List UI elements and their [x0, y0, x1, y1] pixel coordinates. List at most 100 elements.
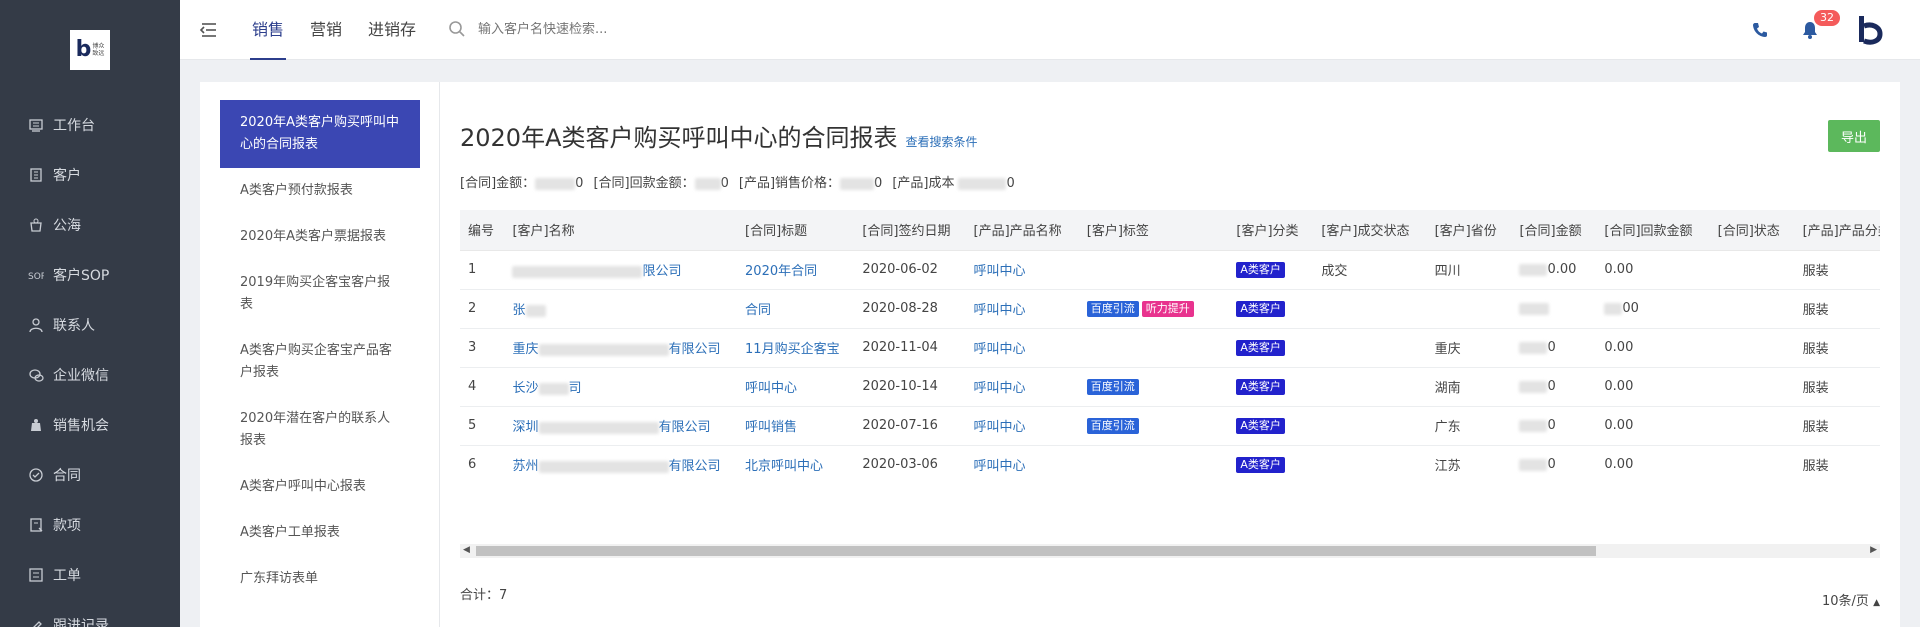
sidebar-item-sop[interactable]: SOP 客户SOP [0, 250, 180, 300]
sidebar-item-opportunity[interactable]: 销售机会 [0, 400, 180, 450]
column-header[interactable]: [客户]分类 [1228, 210, 1314, 251]
view-search-conditions-link[interactable]: 查看搜索条件 [906, 133, 978, 150]
product-name-cell[interactable]: 呼叫中心 [965, 406, 1079, 446]
product-name-cell[interactable]: 呼叫中心 [965, 367, 1079, 407]
brand-logo-icon[interactable] [1856, 14, 1884, 46]
report-list-item[interactable]: A类客户预付款报表 [220, 168, 420, 214]
tab-sales[interactable]: 销售 [250, 0, 287, 60]
report-list-item[interactable]: A类客户工单报表 [220, 510, 420, 556]
contract-title-cell[interactable]: 11月购买企客宝 [737, 328, 855, 368]
sidebar-item-followup[interactable]: 跟进记录 [0, 600, 180, 627]
sidebar-item-ticket[interactable]: 工单 [0, 550, 180, 600]
report-list-item[interactable]: 2020年A类客户票据报表 [220, 214, 420, 260]
column-header[interactable]: [合同]状态 [1709, 210, 1795, 251]
sidebar-item-contract[interactable]: 合同 [0, 450, 180, 500]
sidebar-item-label: 工单 [53, 568, 81, 584]
product-name-cell[interactable]: 呼叫中心 [965, 289, 1079, 329]
followup-icon [28, 617, 44, 627]
column-header[interactable]: [客户]成交状态 [1313, 210, 1427, 251]
paid-value: 0.00 [1604, 418, 1634, 433]
report-panel: 2020年A类客户购买呼叫中心的合同报表 查看搜索条件 导出 [合同]金额： 0 … [440, 82, 1900, 627]
deal-status-cell: 成交 [1313, 250, 1427, 290]
scrollbar-thumb[interactable] [476, 546, 1596, 556]
opportunity-icon [28, 417, 44, 433]
column-header[interactable]: [产品]产品分类 [1794, 210, 1880, 251]
customer-name-cell[interactable]: 苏州 有限公司 [504, 445, 738, 480]
phone-icon[interactable] [1750, 20, 1770, 40]
redacted-value [1519, 458, 1548, 471]
product-name-cell[interactable]: 呼叫中心 [965, 250, 1079, 290]
report-list-item[interactable]: 2019年购买企客宝客户报表 [220, 260, 420, 328]
summary-cost: [产品]成本 0 [892, 172, 1014, 191]
page-size-select[interactable]: 10条/页 ▲ [1822, 590, 1880, 609]
table-row[interactable]: 2 张 合同 2020-08-28 呼叫中心 百度引流 听力提升 A类客户 00 服装 [460, 289, 1880, 329]
sidebar-item-customer[interactable]: 客户 [0, 150, 180, 200]
customer-name-cell[interactable]: 重庆 有限公司 [504, 328, 738, 368]
redacted-value [538, 460, 669, 473]
column-header[interactable]: [客户]省份 [1426, 210, 1512, 251]
tab-marketing[interactable]: 营销 [308, 0, 344, 60]
customer-category-cell: A类客户 [1228, 250, 1314, 290]
search-input[interactable] [478, 21, 778, 37]
sidebar: b 博众 致远 工作台客户 公海 SOP 客户SOP 联系人 企业微信 销售机会 合同 款项工单跟… [0, 0, 180, 627]
collapse-menu-icon[interactable] [198, 20, 218, 40]
table-row[interactable]: 1 限公司 2020年合同 2020-06-02 呼叫中心 A类客户 成交 四川 0.00 0.0… [460, 250, 1880, 290]
contract-amount-cell: 0 [1511, 328, 1597, 368]
column-header[interactable]: [客户]标签 [1078, 210, 1229, 251]
province-cell: 湖南 [1426, 367, 1512, 407]
export-button[interactable]: 导出 [1828, 120, 1880, 152]
row-number: 6 [460, 445, 505, 480]
report-list-item[interactable]: 2020年潜在客户的联系人报表 [220, 396, 420, 464]
horizontal-scrollbar[interactable]: ◀ ▶ [460, 544, 1880, 558]
table-header-row: 编号 [客户]名称 [合同]标题 [合同]签约日期 [产品]产品名称 [客户]标签 [客户]… [460, 210, 1880, 251]
contract-title-cell[interactable]: 呼叫销售 [737, 406, 855, 446]
contract-title-cell[interactable]: 2020年合同 [737, 250, 855, 290]
customer-name-cell[interactable]: 深圳 有限公司 [504, 406, 738, 446]
column-header[interactable]: [合同]签约日期 [854, 210, 966, 251]
table-row[interactable]: 6 苏州 有限公司 北京呼叫中心 2020-03-06 呼叫中心 A类客户 江苏 0 0.00 服装 [460, 445, 1880, 480]
tab-inventory[interactable]: 进销存 [366, 0, 418, 60]
title-row: 2020年A类客户购买呼叫中心的合同报表 查看搜索条件 [460, 118, 978, 153]
report-table-wrap: 编号 [客户]名称 [合同]标题 [合同]签约日期 [产品]产品名称 [客户]标签 [客户]… [460, 210, 1880, 480]
scroll-left-icon[interactable]: ◀ [463, 545, 470, 555]
workbench-icon [28, 117, 44, 133]
sidebar-item-contact[interactable]: 联系人 [0, 300, 180, 350]
page-size-label: 10条/页 [1822, 594, 1869, 609]
contract-title-cell[interactable]: 北京呼叫中心 [737, 445, 855, 480]
app-logo[interactable]: b 博众 致远 [70, 30, 110, 70]
report-list-item[interactable]: 广东拜访表单 [220, 556, 420, 602]
product-name-cell[interactable]: 呼叫中心 [965, 328, 1079, 368]
contract-amount-cell: 0 [1511, 406, 1597, 446]
contract-title-cell[interactable]: 呼叫中心 [737, 367, 855, 407]
contract-status-cell [1709, 289, 1795, 329]
scroll-right-icon[interactable]: ▶ [1870, 545, 1877, 555]
payment-amount-cell: 0.00 [1596, 406, 1710, 446]
sidebar-item-label: 工作台 [53, 118, 95, 134]
customer-tags-cell [1078, 250, 1229, 290]
amount-value: 0 [1547, 379, 1556, 394]
customer-name-cell[interactable]: 限公司 [504, 250, 738, 290]
sidebar-item-public-pool[interactable]: 公海 [0, 200, 180, 250]
customer-name-cell[interactable]: 长沙 司 [504, 367, 738, 407]
column-header[interactable]: [客户]名称 [504, 210, 738, 251]
sidebar-item-payment[interactable]: 款项 [0, 500, 180, 550]
product-name-cell[interactable]: 呼叫中心 [965, 445, 1079, 480]
report-list-item[interactable]: A类客户呼叫中心报表 [220, 464, 420, 510]
column-header[interactable]: [合同]回款金额 [1596, 210, 1710, 251]
sidebar-item-workbench[interactable]: 工作台 [0, 100, 180, 150]
column-header[interactable]: [合同]标题 [737, 210, 855, 251]
table-row[interactable]: 4 长沙司呼叫中心 2020-10-14 呼叫中心 百度引流 A类客户 湖南 0 0.00 服装 [460, 367, 1880, 407]
table-row[interactable]: 5 深圳 有限公司 呼叫销售 2020-07-16 呼叫中心 百度引流 A类客户 广东 0 0.00… [460, 406, 1880, 446]
sidebar-item-wechat[interactable]: 企业微信 [0, 350, 180, 400]
contract-title-cell[interactable]: 合同 [737, 289, 855, 329]
column-header[interactable]: 编号 [460, 210, 505, 251]
table-row[interactable]: 3 重庆 有限公司 11月购买企客宝 2020-11-04 呼叫中心 A类客户 重庆 0 0.00… [460, 328, 1880, 368]
column-header[interactable]: [产品]产品名称 [965, 210, 1079, 251]
redacted-value [1519, 263, 1548, 276]
column-header[interactable]: [合同]金额 [1511, 210, 1597, 251]
summary-label: [合同]回款金额： [593, 176, 695, 191]
payment-amount-cell: 0.00 [1596, 367, 1710, 407]
report-list-item[interactable]: 2020年A类客户购买呼叫中心的合同报表 [220, 100, 420, 168]
report-list-item[interactable]: A类客户购买企客宝产品客户报表 [220, 328, 420, 396]
customer-name-cell[interactable]: 张 [504, 289, 738, 329]
